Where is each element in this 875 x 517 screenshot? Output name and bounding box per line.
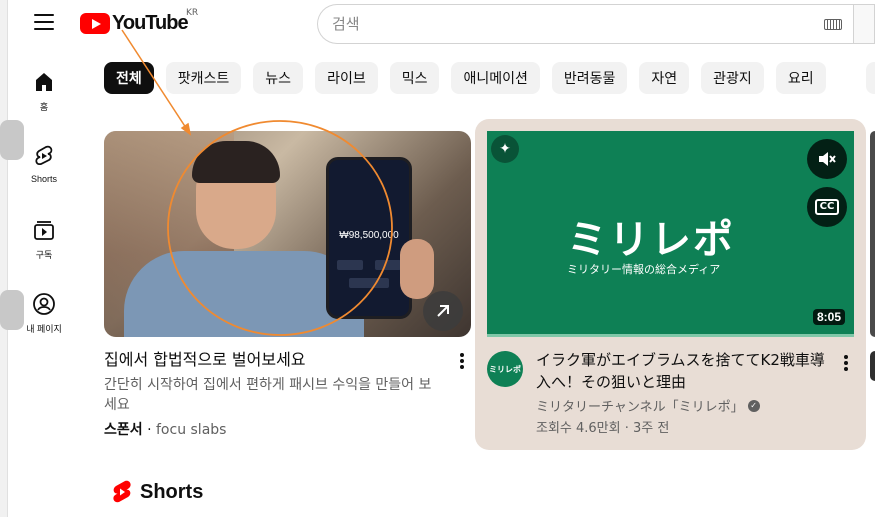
chip-news[interactable]: 뉴스 xyxy=(253,62,304,94)
muted-icon xyxy=(819,152,836,166)
cc-icon: CC xyxy=(814,199,840,215)
channel-name-row[interactable]: ミリタリーチャンネル「ミリレポ」 ✓ xyxy=(536,396,760,415)
chip-overflow[interactable] xyxy=(866,62,875,94)
chip-mix[interactable]: 믹스 xyxy=(389,62,440,94)
external-link-button[interactable] xyxy=(423,291,463,331)
sidebar-item-you[interactable]: 내 페이지 xyxy=(8,278,80,352)
home-icon xyxy=(36,73,52,91)
shorts-logo-icon xyxy=(113,480,131,503)
preview-progress-bar xyxy=(487,334,854,337)
keyboard-icon[interactable] xyxy=(824,19,842,30)
video-thumbnail[interactable]: ミリレポ ミリタリー情報の総合メディア ✦ CC 8:05 xyxy=(487,131,854,337)
phone-button xyxy=(349,278,389,288)
thumbnail-logo: ミリレポ xyxy=(567,217,735,263)
arrow-up-right-icon xyxy=(437,305,449,317)
video-card[interactable]: ミリレポ ミリタリー情報の総合メディア ✦ CC 8:05 ミリレポ イラク軍が… xyxy=(475,119,866,450)
phone-button xyxy=(337,260,363,270)
sidebar-item-label: 구독 xyxy=(35,250,53,260)
separator: · xyxy=(147,422,152,438)
chip-animation[interactable]: 애니메이션 xyxy=(451,62,540,94)
sidebar-item-label: 내 페이지 xyxy=(26,324,62,334)
chip-tourism[interactable]: 관광지 xyxy=(701,62,764,94)
phone-image: ₩98,500,000 xyxy=(326,157,412,319)
video-meta: 조회수 4.6만회 · 3주 전 xyxy=(536,421,670,436)
chip-podcast[interactable]: 팟캐스트 xyxy=(165,62,242,94)
verified-icon: ✓ xyxy=(747,399,760,412)
phone-button xyxy=(375,260,401,270)
channel-avatar[interactable]: ミリレポ xyxy=(487,351,523,387)
next-channel-avatar[interactable] xyxy=(870,351,875,381)
chip-live[interactable]: 라이브 xyxy=(315,62,378,94)
shorts-section-header: Shorts xyxy=(112,480,203,504)
person-hand xyxy=(400,239,434,299)
shorts-title: Shorts xyxy=(140,480,204,503)
phone-amount: ₩98,500,000 xyxy=(339,230,399,241)
shorts-icon xyxy=(35,145,53,166)
ad-thumbnail[interactable]: ₩98,500,000 xyxy=(104,131,471,337)
sidebar-item-label: 홈 xyxy=(39,102,49,112)
mute-button[interactable] xyxy=(807,139,847,179)
video-title[interactable]: イラク軍がエイブラムスを捨ててK2戦車導入へ！その狙いと理由 xyxy=(536,349,836,393)
channel-name[interactable]: ミリタリーチャンネル「ミリレポ」 xyxy=(536,396,744,415)
logo-text: YouTube xyxy=(112,11,189,34)
sidebar-item-subscriptions[interactable]: 구독 xyxy=(8,204,80,278)
sidebar: 홈 Shorts 구독 내 페이지 xyxy=(8,56,80,352)
sidebar-item-shorts[interactable]: Shorts xyxy=(8,130,80,204)
masthead: YouTube KR xyxy=(8,0,875,48)
chip-cooking[interactable]: 요리 xyxy=(775,62,826,94)
more-options-icon[interactable] xyxy=(844,355,848,371)
menu-icon[interactable] xyxy=(34,14,54,32)
ad-title[interactable]: 집에서 합법적으로 벌어보세요 xyxy=(104,349,444,371)
window-left-edge xyxy=(0,0,24,517)
youtube-play-icon xyxy=(80,12,110,34)
filter-chips: 전체 팟캐스트 뉴스 라이브 믹스 애니메이션 반려동물 자연 관광지 요리 xyxy=(104,62,826,94)
ad-card[interactable]: ₩98,500,000 집에서 합법적으로 벌어보세요 간단히 시작하여 집에서… xyxy=(104,131,471,438)
chip-all[interactable]: 전체 xyxy=(104,62,154,94)
country-code: KR xyxy=(186,8,199,18)
subscriptions-icon xyxy=(34,221,54,240)
search-input[interactable] xyxy=(332,12,802,36)
ad-sponsor-line: 스폰서 · focu slabs xyxy=(104,419,226,439)
sidebar-item-home[interactable]: 홈 xyxy=(8,56,80,130)
sponsor-label: 스폰서 xyxy=(104,422,143,438)
next-video-thumbnail[interactable] xyxy=(870,131,875,337)
more-options-icon[interactable] xyxy=(460,353,464,369)
ad-description: 간단히 시작하여 집에서 편하게 패시브 수익을 만들어 보세요 xyxy=(104,377,432,413)
sparkle-icon[interactable]: ✦ xyxy=(491,135,519,163)
duration-badge: 8:05 xyxy=(813,309,846,325)
search-box xyxy=(317,4,857,44)
sponsor-source[interactable]: focu slabs xyxy=(156,422,226,438)
youtube-logo[interactable]: YouTube KR xyxy=(80,8,198,35)
profile-icon xyxy=(33,293,55,315)
thumbnail-subtitle: ミリタリー情報の総合メディア xyxy=(567,263,721,276)
sidebar-item-label: Shorts xyxy=(30,174,57,184)
chip-nature[interactable]: 자연 xyxy=(639,62,690,94)
search-button[interactable] xyxy=(853,4,875,44)
chip-pets[interactable]: 반려동물 xyxy=(551,62,628,94)
captions-button[interactable]: CC xyxy=(807,187,847,227)
person-hair xyxy=(192,141,280,183)
